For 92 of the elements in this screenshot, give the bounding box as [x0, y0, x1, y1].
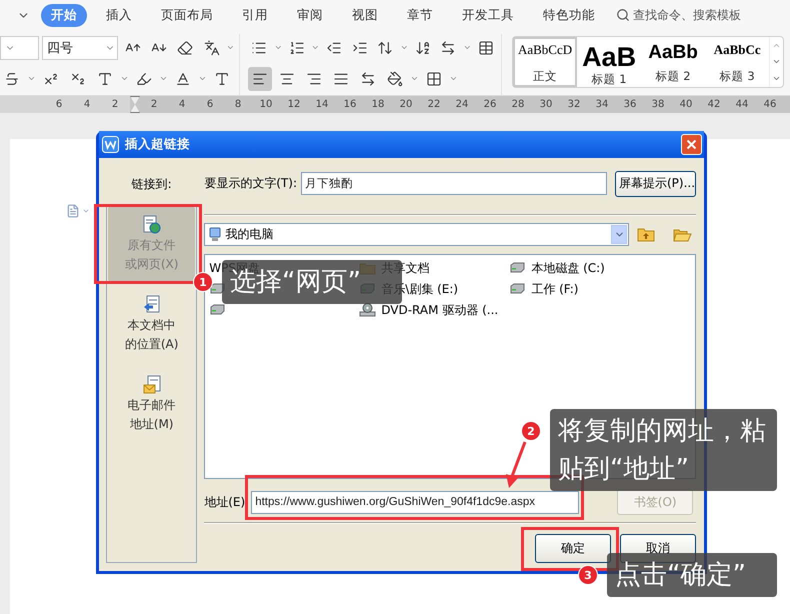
search-field[interactable]: 查找命令、搜索模板	[633, 6, 741, 24]
ribbon-tab[interactable]: 特色功能	[533, 4, 605, 26]
ruler-number: 34	[594, 99, 610, 110]
ruler-number: 4	[178, 99, 186, 110]
style-preset[interactable]: AaBbCcD 正文	[513, 37, 578, 87]
display-text-field[interactable]: 月下独酌	[301, 172, 607, 196]
ruler-number: 38	[650, 99, 666, 110]
ribbon-tab[interactable]: 插入	[96, 4, 142, 26]
optical-drive-icon	[359, 303, 376, 318]
open-folder-icon[interactable]	[673, 226, 692, 242]
ruler-number: 22	[426, 99, 442, 110]
ruler-number: 24	[454, 99, 470, 110]
ruler-number: 42	[706, 99, 722, 110]
caret-icon[interactable]	[82, 207, 90, 215]
drive-icon	[509, 283, 526, 296]
caret-icon[interactable]	[198, 74, 207, 83]
ruler-number: 4	[82, 99, 92, 110]
close-button[interactable]	[681, 134, 702, 155]
ruler-number: 28	[510, 99, 526, 110]
ruler-number: 26	[482, 99, 498, 110]
ruler-number: 20	[398, 99, 414, 110]
address-field[interactable]: https://www.gushiwen.org/GuShiWen_90f4f1dc9e.aspx	[251, 490, 580, 514]
display-text-label: 要显示的文字(T):	[204, 175, 297, 192]
drive-icon	[209, 304, 226, 316]
style-preview: AaBbCc	[714, 42, 761, 58]
ruler-number: 30	[538, 99, 554, 110]
style-preview: AaBbCcD	[518, 42, 572, 58]
ruler-number: 14	[314, 99, 330, 110]
ruler-number: 40	[678, 99, 694, 110]
ruler-number: 8	[234, 99, 242, 110]
app-logo-icon	[102, 136, 119, 153]
look-in-dropdown[interactable]: 我的电脑	[204, 222, 630, 246]
style-preview: AaB	[582, 42, 636, 72]
ribbon-tab[interactable]: 页面布局	[151, 4, 223, 26]
ribbon-tab[interactable]: 开发工具	[452, 4, 524, 26]
font-size-field[interactable]: 四号	[42, 36, 118, 60]
caret-icon[interactable]	[27, 74, 36, 83]
file-item[interactable]: DVD-RAM 驱动器 (...	[381, 302, 498, 319]
ruler-number: 32	[566, 99, 582, 110]
paragraph-icon[interactable]	[66, 204, 80, 218]
address-label: 地址(E)	[204, 494, 246, 511]
document-envelope-icon	[142, 375, 161, 395]
ruler-number: 46	[762, 99, 778, 110]
pointer-arrow	[505, 441, 527, 489]
style-preview: AaBb	[648, 42, 698, 64]
file-item[interactable]: 工作 (F:)	[531, 280, 578, 298]
close-icon[interactable]	[686, 139, 697, 150]
ruler-number: 10	[258, 99, 274, 110]
search-icon[interactable]	[616, 8, 630, 22]
ruler-number: 44	[734, 99, 750, 110]
link-type-item[interactable]: 电子邮件 地址(M)	[108, 366, 196, 442]
style-name: 标题 1	[592, 72, 627, 85]
screen-tip-button[interactable]: 屏幕提示(P)...	[615, 170, 696, 197]
align-left-icon[interactable]	[248, 66, 272, 90]
document-arrow-icon	[142, 295, 161, 315]
link-type-item[interactable]: 本文档中 的位置(A)	[108, 286, 196, 362]
folder-up-icon[interactable]	[637, 226, 656, 242]
document-globe-icon	[142, 215, 161, 235]
caret-icon[interactable]	[274, 43, 282, 52]
caret-icon[interactable]	[311, 43, 320, 52]
style-name: 标题 3	[720, 69, 755, 84]
computer-icon	[209, 226, 222, 242]
ruler-number: 6	[54, 99, 64, 110]
caret-icon[interactable]	[400, 43, 408, 52]
ribbon-tab[interactable]: 章节	[397, 4, 443, 26]
caret-icon[interactable]	[462, 43, 472, 52]
font-name-field[interactable]	[0, 36, 40, 60]
ruler-number: 16	[342, 99, 358, 110]
ruler-number: 12	[286, 99, 302, 110]
drive-icon	[509, 262, 526, 274]
ribbon-tab[interactable]: 引用	[232, 4, 278, 26]
dialog-title: 插入超链接	[125, 136, 191, 153]
ruler-number: 36	[622, 99, 638, 110]
file-item[interactable]: 本地磁盘 (C:)	[531, 260, 605, 277]
caret-icon[interactable]	[226, 43, 235, 52]
caret-icon[interactable]	[159, 74, 168, 83]
indent-marker[interactable]	[130, 96, 140, 113]
callout-text: 将复制的网址，粘贴到“地址”	[550, 409, 777, 491]
ribbon-tab[interactable]: 视图	[342, 4, 388, 26]
ruler-number: 18	[370, 99, 386, 110]
caret-icon[interactable]	[120, 74, 129, 83]
ribbon-tab[interactable]: 审阅	[287, 4, 333, 26]
caret-icon[interactable]	[410, 74, 419, 83]
ruler-number: 2	[110, 99, 120, 110]
ruler-number: 2	[150, 99, 158, 110]
ok-button[interactable]: 确定	[535, 534, 611, 564]
callout-text: 点击“确定”	[607, 553, 777, 597]
style-name: 标题 2	[656, 69, 691, 84]
ruler-number: 6	[206, 99, 214, 110]
style-name: 正文	[533, 69, 558, 84]
link-to-label: 链接到:	[130, 176, 173, 193]
caret-icon[interactable]	[449, 74, 458, 83]
